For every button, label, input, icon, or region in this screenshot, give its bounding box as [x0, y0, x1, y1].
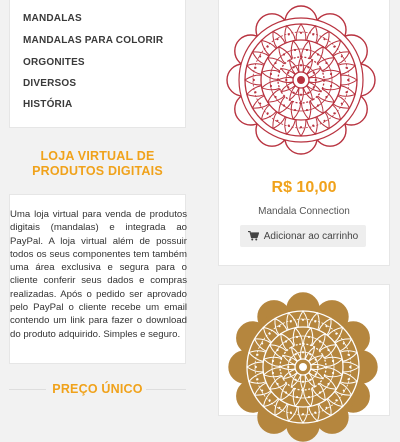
menu-item-diversos[interactable]: DIVERSOS [23, 78, 76, 89]
product-card: R$ 10,00 Mandala Connection Adicionar ao… [218, 0, 390, 266]
product-price: R$ 10,00 [271, 179, 337, 196]
title-divider-right [146, 389, 186, 390]
store-description: Uma loja virtual para venda de produtos … [10, 209, 187, 340]
menu-item-historia[interactable]: HISTÓRIA [23, 99, 72, 110]
shopping-cart-icon [247, 231, 259, 241]
store-description-card: Uma loja virtual para venda de produtos … [9, 194, 187, 364]
category-menu: MANDALAS MANDALAS PARA COLORIR ORGONITES… [9, 0, 186, 128]
product-image-mandala-red[interactable] [226, 5, 376, 155]
menu-item-mandalas-para-colorir[interactable]: MANDALAS PARA COLORIR [23, 35, 163, 46]
product-name[interactable]: Mandala Connection [219, 206, 389, 217]
store-section-title: LOJA VIRTUAL DE PRODUTOS DIGITAIS [32, 149, 163, 178]
menu-item-orgonites[interactable]: ORGONITES [23, 57, 85, 68]
menu-item-mandalas[interactable]: MANDALAS [23, 13, 82, 24]
add-to-cart-button[interactable]: Adicionar ao carrinho [240, 225, 366, 247]
product-image-mandala-gold[interactable] [228, 292, 378, 442]
add-to-cart-label: Adicionar ao carrinho [263, 230, 359, 242]
product-card [218, 284, 390, 442]
